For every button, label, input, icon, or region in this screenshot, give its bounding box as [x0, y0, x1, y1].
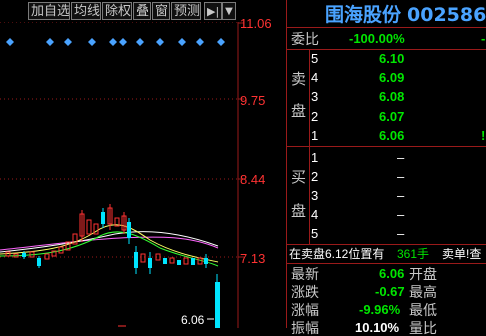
buy-price[interactable]: –: [397, 169, 404, 185]
info-marker-icon: [196, 38, 204, 46]
order-notice-text: 在卖盘6.12位置有: [289, 247, 385, 261]
info-marker-icon: [64, 38, 72, 46]
add-watchlist-button[interactable]: 加自选: [28, 2, 70, 20]
quote-label-volume-ratio: 量比: [409, 320, 437, 336]
price-label: 9.75: [240, 93, 266, 108]
candles: [5, 204, 220, 328]
order-notice-volume: 361手: [397, 247, 430, 261]
window-button[interactable]: 窗: [152, 2, 170, 20]
candle: [86, 219, 92, 235]
order-ratio-label: 委比: [291, 31, 319, 47]
sell-level: 3: [311, 89, 319, 104]
buy-level: 1: [311, 150, 319, 165]
sell-price[interactable]: 6.09: [379, 70, 404, 86]
sell-price[interactable]: 6.08: [379, 89, 404, 105]
info-markers: [6, 38, 225, 46]
quote-value-latest: 6.06: [379, 266, 405, 281]
info-marker-icon: [88, 38, 96, 46]
quote-label-low: 最低: [409, 302, 437, 318]
moving-average-button[interactable]: 均线: [71, 2, 101, 20]
price-label: 7.13: [240, 251, 266, 266]
overlay-button[interactable]: 叠: [133, 2, 151, 20]
buy-level: 2: [311, 169, 319, 184]
sell-level: 5: [311, 51, 319, 66]
quote-label-open: 开盘: [409, 266, 437, 282]
ma-line-green: [0, 231, 219, 267]
expand-right-icon[interactable]: ▶|: [204, 2, 222, 20]
sell-price[interactable]: 6.07: [379, 109, 404, 125]
stock-code: 002586: [407, 4, 486, 26]
buy-price[interactable]: –: [397, 207, 404, 223]
info-marker-icon: [178, 38, 186, 46]
quote-value-pct: -9.96%: [359, 302, 401, 317]
dropdown-arrow-icon[interactable]: ▼: [222, 2, 236, 20]
sell-price[interactable]: 6.06: [379, 128, 404, 144]
buy-price[interactable]: –: [397, 150, 404, 166]
price-label: 8.44: [240, 172, 266, 187]
quote-label-change: 涨跌: [291, 284, 319, 300]
buy-level: 5: [311, 226, 319, 241]
sell-price[interactable]: 6.10: [379, 51, 404, 67]
candle: [183, 257, 189, 265]
info-marker-icon: [136, 38, 144, 46]
buy-side-label: 盘: [291, 203, 307, 220]
candle: [127, 222, 131, 238]
sell-level: 1: [311, 128, 319, 143]
candle: [169, 257, 175, 264]
quote-label-pct: 涨幅: [291, 302, 319, 318]
candle: [148, 258, 152, 268]
candle: [140, 253, 146, 263]
ma-line-white: [0, 231, 219, 253]
low-price-marker: 6.06: [181, 313, 205, 327]
quote-value-amplitude: 10.10%: [355, 320, 400, 335]
info-marker-icon: [46, 38, 54, 46]
quote-label-high: 最高: [409, 284, 437, 300]
candle: [134, 252, 138, 268]
quote-value-change: -0.67: [375, 284, 405, 299]
quote-panel: 围海股份 002586 委比 -100.00% - 卖 盘 5 6.10 4 6…: [286, 0, 486, 336]
forecast-button[interactable]: 预测: [171, 2, 201, 20]
info-marker-icon: [156, 38, 164, 46]
sell-side-label: 盘: [291, 103, 307, 120]
candle: [204, 258, 208, 264]
candle: [22, 253, 26, 257]
candle: [177, 260, 181, 265]
candle: [37, 258, 41, 266]
quote-label-amplitude: 振幅: [291, 320, 319, 336]
buy-level: 3: [311, 188, 319, 203]
stock-name: 围海股份: [325, 4, 402, 26]
price-label: 11.06: [240, 16, 272, 31]
buy-price[interactable]: –: [397, 226, 404, 242]
ex-rights-button[interactable]: 除权: [102, 2, 132, 20]
buy-side-label: 买: [291, 169, 307, 186]
info-marker-icon: [217, 38, 225, 46]
buy-price[interactable]: –: [397, 188, 404, 204]
buy-level: 4: [311, 207, 319, 222]
candle-latest: [215, 282, 220, 328]
order-notice-tag[interactable]: 卖单!查: [442, 246, 481, 262]
quote-label-latest: 最新: [291, 266, 319, 282]
sell-level: 4: [311, 70, 319, 85]
info-marker-icon: [6, 38, 14, 46]
candle: [163, 258, 167, 264]
candle: [191, 258, 195, 265]
candle: [101, 212, 105, 224]
sell-side-label: 卖: [291, 71, 307, 88]
sell-level: 2: [311, 109, 319, 124]
info-marker-icon: [109, 38, 117, 46]
order-ratio-value: -100.00%: [349, 31, 405, 46]
info-marker-icon: [119, 38, 127, 46]
